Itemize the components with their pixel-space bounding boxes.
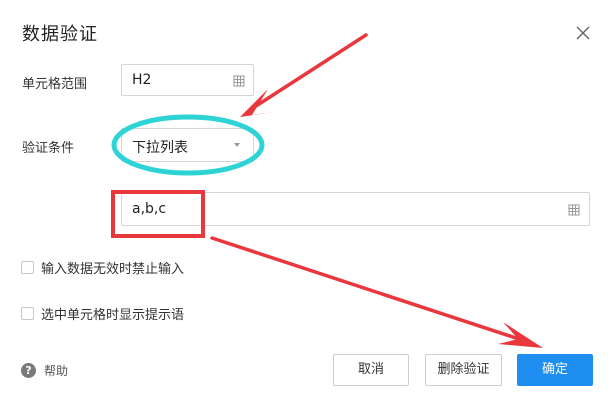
list-source-value: a,b,c: [132, 201, 167, 217]
list-source-input[interactable]: a,b,c: [121, 192, 590, 226]
delete-validation-button[interactable]: 删除验证: [425, 354, 502, 386]
question-circle-icon: ?: [21, 363, 36, 378]
help-link[interactable]: ? 帮助: [21, 362, 68, 379]
condition-label: 验证条件: [22, 141, 75, 156]
reject-invalid-label: 输入数据无效时禁止输入: [41, 261, 185, 277]
cancel-button[interactable]: 取消: [333, 354, 409, 386]
range-value: H2: [132, 72, 152, 88]
range-label: 单元格范围: [22, 77, 88, 92]
confirm-button[interactable]: 确定: [517, 354, 593, 386]
range-input[interactable]: H2: [121, 64, 254, 96]
bottom-arrow: [210, 236, 543, 348]
show-hint-checkbox[interactable]: [21, 306, 34, 320]
chevron-down-icon: [234, 143, 240, 147]
show-hint-label: 选中单元格时显示提示语: [41, 307, 185, 323]
condition-select[interactable]: 下拉列表: [121, 128, 254, 162]
top-arrow: [240, 33, 368, 117]
data-validation-dialog: 数据验证 单元格范围 H2 验证条件 下拉列表 a,b,c 输入数据无效时禁止输…: [0, 0, 611, 398]
show-hint-option[interactable]: 选中单元格时显示提示语: [21, 304, 185, 323]
close-icon[interactable]: [574, 24, 592, 42]
grid-icon[interactable]: [568, 204, 580, 216]
grid-icon[interactable]: [233, 75, 245, 87]
help-label: 帮助: [44, 364, 69, 378]
dialog-title: 数据验证: [22, 24, 98, 45]
condition-selected: 下拉列表: [132, 140, 188, 156]
reject-invalid-option[interactable]: 输入数据无效时禁止输入: [21, 258, 185, 277]
reject-invalid-checkbox[interactable]: [21, 260, 34, 274]
